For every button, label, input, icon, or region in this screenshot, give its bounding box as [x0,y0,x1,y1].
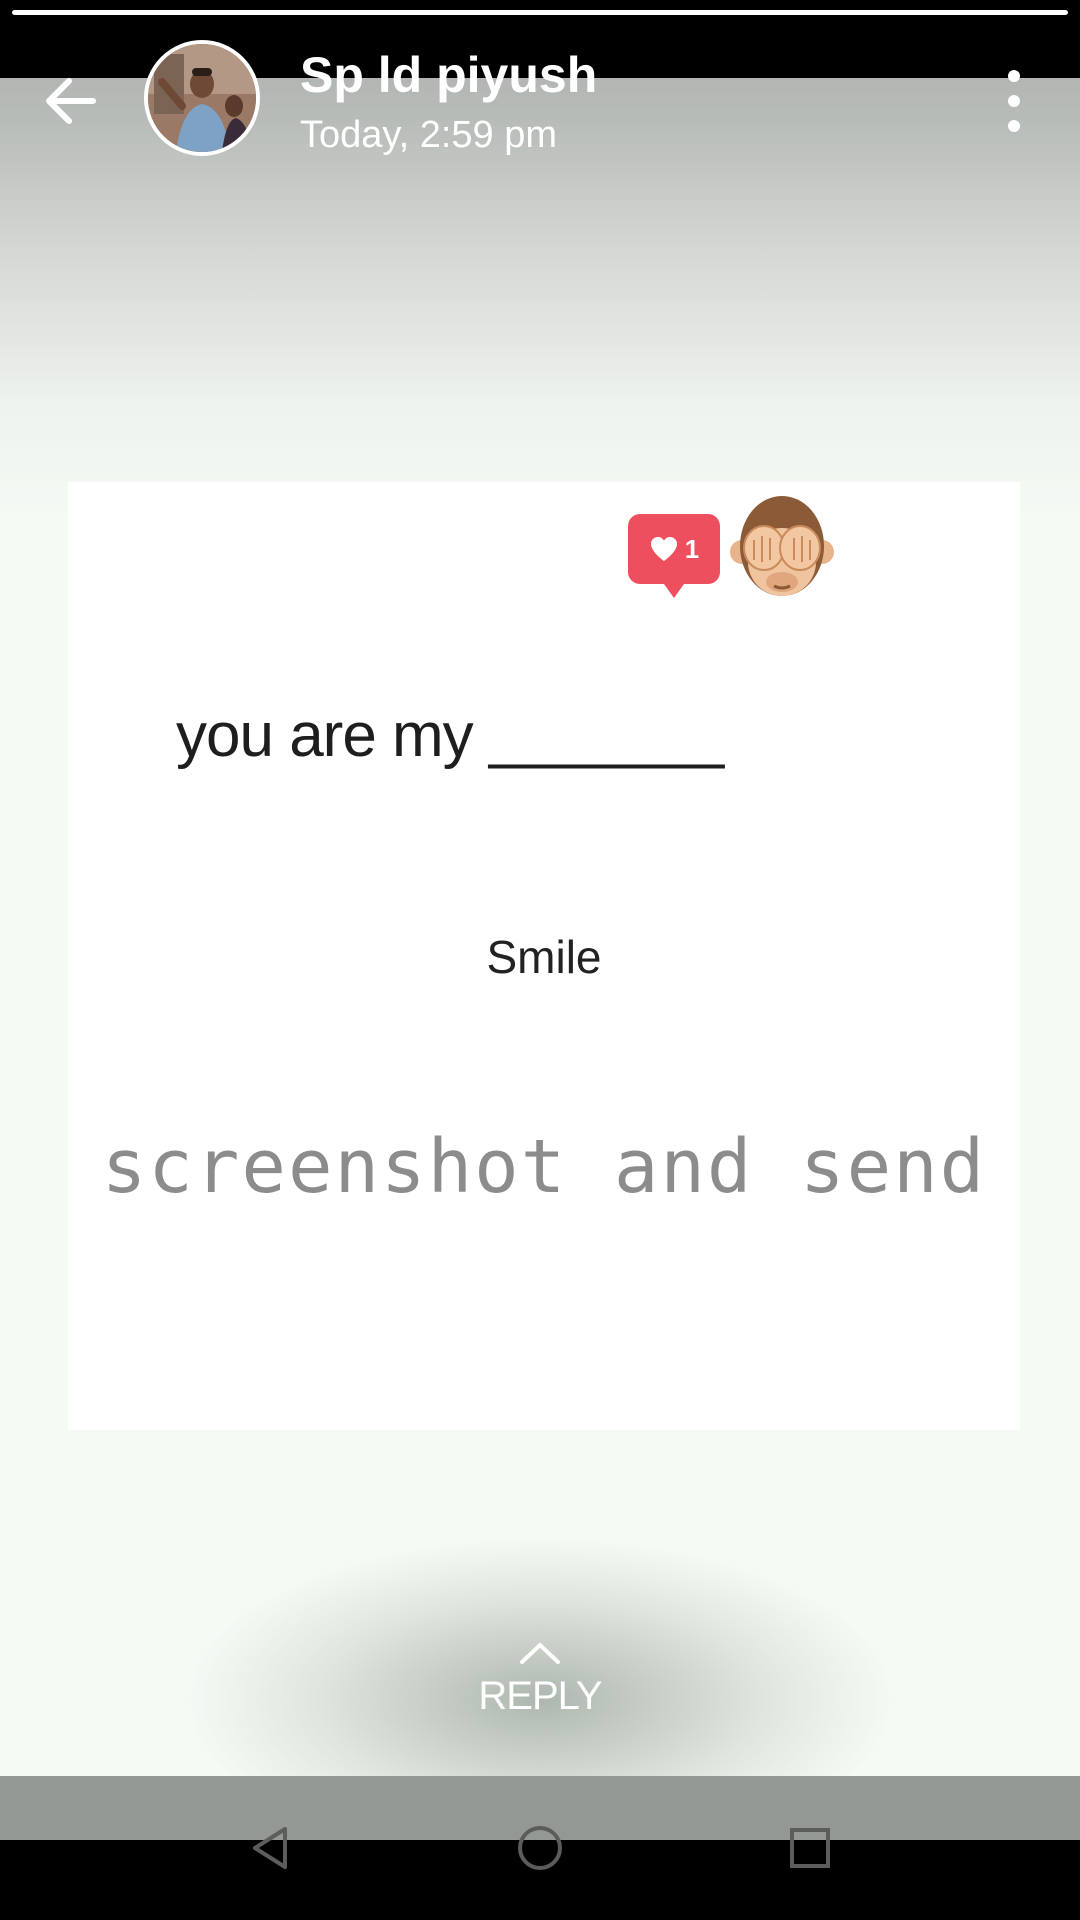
arrow-left-icon [46,78,96,124]
like-count: 1 [684,533,700,564]
circle-home-icon [518,1826,562,1870]
heart-icon [650,537,677,561]
see-no-evil-monkey-icon [730,496,834,596]
triangle-back-icon [253,1827,287,1869]
more-options-button[interactable] [990,70,1038,132]
nav-home-button[interactable] [500,1812,580,1884]
more-vertical-icon [1008,70,1020,82]
avatar-photo [148,44,256,152]
answer-line: Smile [486,931,602,983]
story-progress-fill [12,10,1068,15]
square-recents-icon [790,1828,830,1868]
chevron-up-icon [520,1643,560,1664]
instruction-line: screenshot and send [101,1124,987,1210]
story-timestamp: Today, 2:59 pm [300,114,558,156]
story-viewer[interactable]: Sp ld piyush Today, 2:59 pm 1 you are my… [0,0,1080,1776]
story-progress-bar [12,10,1068,15]
sender-avatar[interactable] [144,40,260,156]
sender-name[interactable]: Sp ld piyush [300,46,597,104]
prompt-line: you are my _______ [176,701,724,770]
like-notification-badge: 1 [628,514,720,598]
nav-recents-button[interactable] [770,1812,850,1884]
story-content-card: 1 you are my _______ Smile screenshot an… [68,482,1020,1430]
nav-back-button[interactable] [230,1812,310,1884]
reply-button[interactable]: REPLY [440,1640,640,1750]
back-button[interactable] [34,64,108,138]
reply-label: REPLY [478,1674,602,1718]
